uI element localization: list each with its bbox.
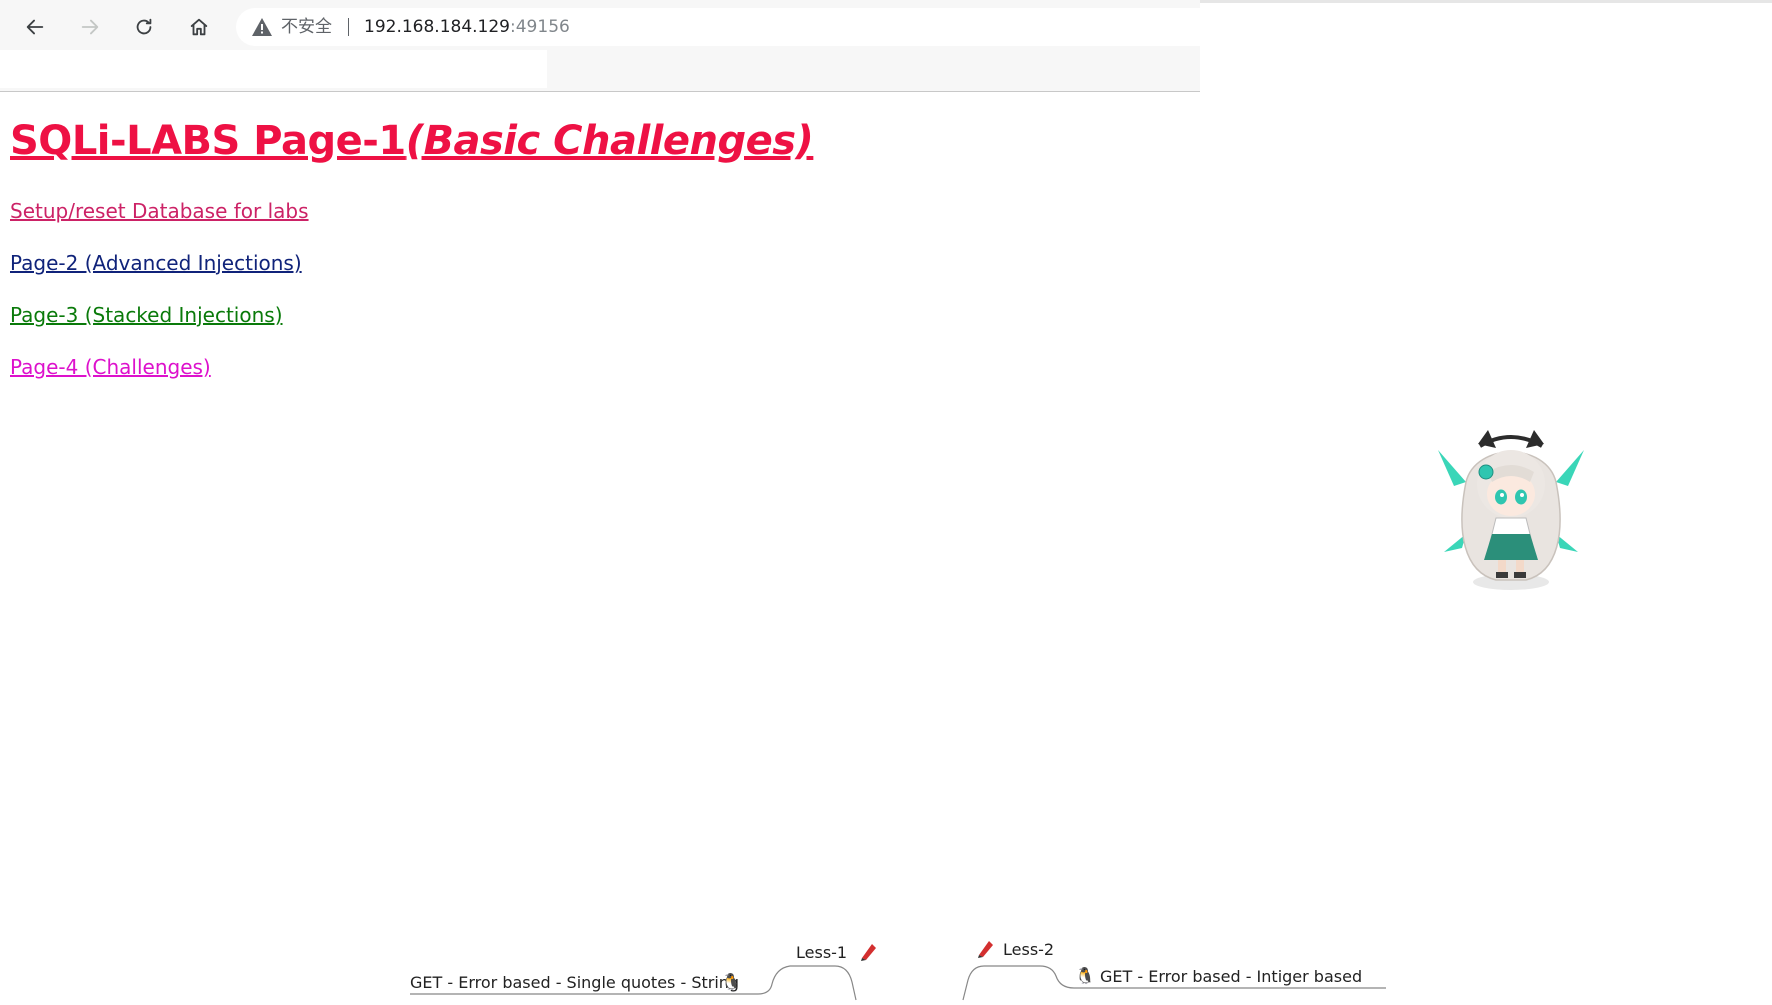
mascot-image <box>1438 430 1584 590</box>
forward-button[interactable] <box>73 10 107 44</box>
setup-database-link[interactable]: Setup/reset Database for labs <box>10 199 309 223</box>
url-text[interactable]: 192.168.184.129:49156 <box>364 17 570 37</box>
page-3-link[interactable]: Page-3 (Stacked Injections) <box>10 303 283 327</box>
page-4-link[interactable]: Page-4 (Challenges) <box>10 355 211 379</box>
arrow-right-icon <box>81 19 99 35</box>
page-2-link[interactable]: Page-2 (Advanced Injections) <box>10 251 302 275</box>
home-button[interactable] <box>182 10 216 44</box>
reload-button[interactable] <box>127 10 161 44</box>
home-icon <box>190 18 208 36</box>
linux-penguin-icon: 🐧 <box>721 972 741 991</box>
address-divider <box>348 18 349 36</box>
mindmap-diagram: GET - Error based - Single quotes - Stri… <box>380 930 1410 1005</box>
mindmap-node-1-desc: GET - Error based - Single quotes - Stri… <box>410 973 740 992</box>
url-host: 192.168.184.129 <box>364 17 511 37</box>
url-port: :49156 <box>510 17 570 37</box>
mindmap-node-2-desc: GET - Error based - Intiger based <box>1100 967 1363 986</box>
arrow-left-icon <box>26 19 44 35</box>
browser-toolbar: 不安全 192.168.184.129:49156 <box>0 0 1200 92</box>
address-bar[interactable]: 不安全 192.168.184.129:49156 <box>236 8 1200 46</box>
bookmarks-bar <box>0 50 547 88</box>
page-title-subtitle: (Basic Challenges) <box>405 118 814 164</box>
page-title[interactable]: SQLi-LABS Page-1(Basic Challenges) <box>10 118 814 164</box>
mindmap-node-2-label: Less-2 <box>1003 940 1055 959</box>
back-button[interactable] <box>18 10 52 44</box>
pencil-icon <box>861 944 876 961</box>
pencil-icon-2 <box>978 941 993 958</box>
warning-icon[interactable] <box>251 17 273 37</box>
refresh-icon <box>136 18 152 35</box>
security-status-label[interactable]: 不安全 <box>281 17 332 37</box>
page-title-main: SQLi-LABS Page-1 <box>10 118 406 164</box>
mindmap-node-1-label: Less-1 <box>796 943 848 962</box>
linux-penguin-icon-2: 🐧 <box>1075 966 1095 985</box>
